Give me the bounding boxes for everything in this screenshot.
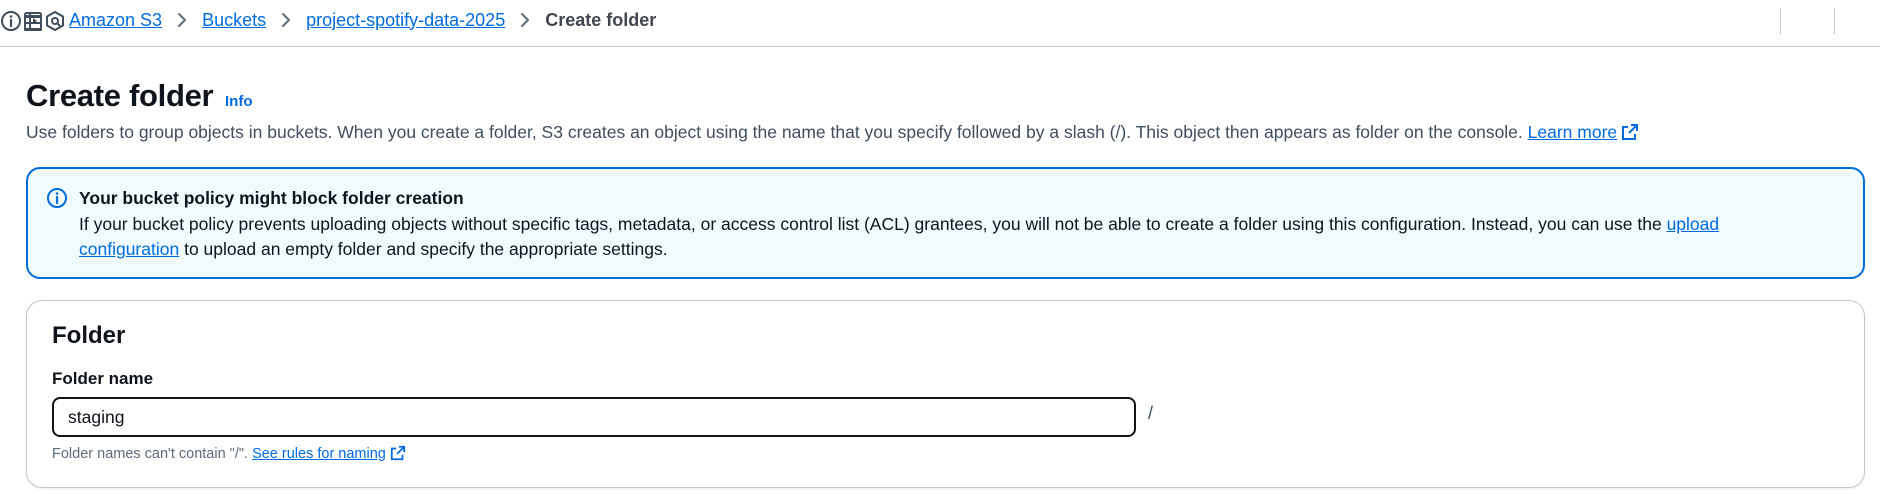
breadcrumb: Amazon S3 Buckets project-spotify-data-2… bbox=[69, 0, 656, 40]
page-description: Use folders to group objects in buckets.… bbox=[26, 122, 1639, 146]
breadcrumb-current: Create folder bbox=[545, 9, 657, 30]
folder-name-hint: Folder names can't contain "/". See rule… bbox=[52, 445, 406, 465]
alert-body: If your bucket policy prevents uploading… bbox=[79, 212, 1819, 262]
folder-name-label: Folder name bbox=[52, 369, 154, 388]
folder-name-input[interactable]: staging bbox=[52, 397, 1136, 437]
toolbar-divider bbox=[1780, 8, 1781, 34]
hamburger-menu-icon[interactable] bbox=[24, 12, 46, 34]
breadcrumb-buckets[interactable]: Buckets bbox=[202, 10, 266, 31]
chevron-right-icon bbox=[280, 12, 292, 28]
folder-container: Folder Folder name staging / Folder name… bbox=[26, 300, 1865, 488]
hint-text: Folder names can't contain "/". bbox=[52, 446, 249, 462]
learn-more-label: Learn more bbox=[1527, 122, 1618, 142]
page-title: Create folder bbox=[26, 78, 214, 113]
chevron-right-icon bbox=[176, 12, 188, 28]
breadcrumb-bucket-name[interactable]: project-spotify-data-2025 bbox=[306, 10, 505, 31]
external-link-icon bbox=[390, 445, 406, 465]
bucket-policy-alert: Your bucket policy might block folder cr… bbox=[26, 167, 1865, 279]
alert-body-text: If your bucket policy prevents uploading… bbox=[79, 214, 1662, 234]
info-circle-icon bbox=[46, 187, 68, 214]
alert-body-suffix: to upload an empty folder and specify th… bbox=[184, 239, 668, 259]
chevron-right-icon bbox=[519, 12, 531, 28]
toolbar-divider bbox=[1834, 8, 1835, 34]
folder-section-title: Folder bbox=[52, 322, 126, 349]
alert-title: Your bucket policy might block folder cr… bbox=[79, 188, 464, 208]
hexagon-assistant-icon[interactable] bbox=[44, 10, 66, 37]
naming-rules-link[interactable]: See rules for naming bbox=[252, 446, 386, 462]
description-text: Use folders to group objects in buckets.… bbox=[26, 122, 1523, 142]
folder-suffix: / bbox=[1148, 403, 1154, 423]
external-link-icon bbox=[1621, 123, 1639, 146]
info-link[interactable]: Info bbox=[225, 93, 253, 110]
learn-more-link[interactable]: Learn more bbox=[1528, 122, 1618, 142]
breadcrumb-amazon-s3[interactable]: Amazon S3 bbox=[69, 10, 162, 31]
info-circle-icon[interactable] bbox=[0, 10, 22, 37]
top-navigation-bar: Amazon S3 Buckets project-spotify-data-2… bbox=[0, 0, 1880, 47]
